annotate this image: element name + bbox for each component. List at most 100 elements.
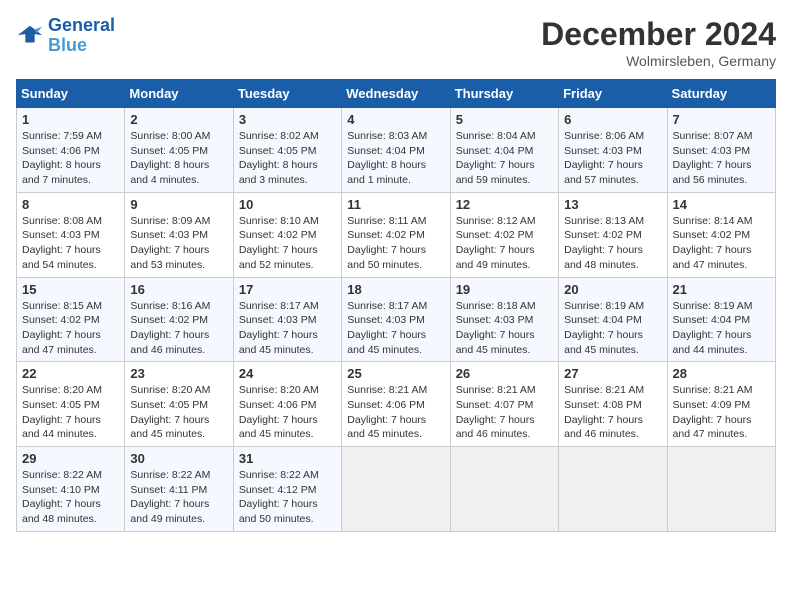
calendar-cell: 18 Sunrise: 8:17 AM Sunset: 4:03 PM Dayli… <box>342 277 450 362</box>
day-info: Sunrise: 8:14 AM Sunset: 4:02 PM Dayligh… <box>673 214 770 273</box>
day-number: 18 <box>347 282 444 297</box>
day-info: Sunrise: 8:22 AM Sunset: 4:12 PM Dayligh… <box>239 468 336 527</box>
calendar-cell: 1Sunrise: 7:59 AM Sunset: 4:06 PM Daylig… <box>17 108 125 193</box>
calendar-cell: 2 Sunrise: 8:00 AM Sunset: 4:05 PM Daylig… <box>125 108 233 193</box>
day-info: Sunrise: 8:18 AM Sunset: 4:03 PM Dayligh… <box>456 299 553 358</box>
calendar-cell: 19Sunrise: 8:18 AM Sunset: 4:03 PM Dayli… <box>450 277 558 362</box>
day-of-week-header: Sunday <box>17 80 125 108</box>
day-info: Sunrise: 8:21 AM Sunset: 4:06 PM Dayligh… <box>347 383 444 442</box>
day-info: Sunrise: 8:21 AM Sunset: 4:07 PM Dayligh… <box>456 383 553 442</box>
day-info: Sunrise: 8:07 AM Sunset: 4:03 PM Dayligh… <box>673 129 770 188</box>
calendar-cell: 20Sunrise: 8:19 AM Sunset: 4:04 PM Dayli… <box>559 277 667 362</box>
day-number: 5 <box>456 112 553 127</box>
calendar-cell: 22 Sunrise: 8:20 AM Sunset: 4:05 PM Dayli… <box>17 362 125 447</box>
day-of-week-header: Saturday <box>667 80 775 108</box>
day-info: Sunrise: 8:20 AM Sunset: 4:05 PM Dayligh… <box>130 383 227 442</box>
day-info: Sunrise: 8:04 AM Sunset: 4:04 PM Dayligh… <box>456 129 553 188</box>
day-info: Sunrise: 8:10 AM Sunset: 4:02 PM Dayligh… <box>239 214 336 273</box>
location-subtitle: Wolmirsleben, Germany <box>541 53 776 69</box>
day-number: 21 <box>673 282 770 297</box>
day-of-week-header: Wednesday <box>342 80 450 108</box>
calendar-cell: 8 Sunrise: 8:08 AM Sunset: 4:03 PM Daylig… <box>17 192 125 277</box>
day-number: 3 <box>239 112 336 127</box>
calendar-header-row: SundayMondayTuesdayWednesdayThursdayFrid… <box>17 80 776 108</box>
calendar-cell: 3 Sunrise: 8:02 AM Sunset: 4:05 PM Daylig… <box>233 108 341 193</box>
day-info: Sunrise: 8:21 AM Sunset: 4:09 PM Dayligh… <box>673 383 770 442</box>
day-number: 23 <box>130 366 227 381</box>
day-info: Sunrise: 8:17 AM Sunset: 4:03 PM Dayligh… <box>347 299 444 358</box>
day-number: 4 <box>347 112 444 127</box>
day-number: 15 <box>22 282 119 297</box>
day-number: 7 <box>673 112 770 127</box>
calendar-week-row: 1Sunrise: 7:59 AM Sunset: 4:06 PM Daylig… <box>17 108 776 193</box>
calendar-cell: 12 Sunrise: 8:12 AM Sunset: 4:02 PM Dayli… <box>450 192 558 277</box>
day-info: Sunrise: 8:12 AM Sunset: 4:02 PM Dayligh… <box>456 214 553 273</box>
day-number: 2 <box>130 112 227 127</box>
day-number: 29 <box>22 451 119 466</box>
calendar-week-row: 15 Sunrise: 8:15 AM Sunset: 4:02 PM Dayli… <box>17 277 776 362</box>
title-block: December 2024 Wolmirsleben, Germany <box>541 16 776 69</box>
calendar-cell: 10 Sunrise: 8:10 AM Sunset: 4:02 PM Dayli… <box>233 192 341 277</box>
day-info: Sunrise: 8:15 AM Sunset: 4:02 PM Dayligh… <box>22 299 119 358</box>
day-number: 16 <box>130 282 227 297</box>
calendar-cell: 15 Sunrise: 8:15 AM Sunset: 4:02 PM Dayli… <box>17 277 125 362</box>
month-title: December 2024 <box>541 16 776 53</box>
calendar-cell: 25Sunrise: 8:21 AM Sunset: 4:06 PM Dayli… <box>342 362 450 447</box>
day-of-week-header: Monday <box>125 80 233 108</box>
day-info: Sunrise: 8:21 AM Sunset: 4:08 PM Dayligh… <box>564 383 661 442</box>
calendar-cell: 17 Sunrise: 8:17 AM Sunset: 4:03 PM Dayli… <box>233 277 341 362</box>
day-number: 24 <box>239 366 336 381</box>
calendar-cell: 7 Sunrise: 8:07 AM Sunset: 4:03 PM Daylig… <box>667 108 775 193</box>
calendar-cell: 5 Sunrise: 8:04 AM Sunset: 4:04 PM Daylig… <box>450 108 558 193</box>
day-info: Sunrise: 8:16 AM Sunset: 4:02 PM Dayligh… <box>130 299 227 358</box>
day-info: Sunrise: 8:00 AM Sunset: 4:05 PM Dayligh… <box>130 129 227 188</box>
day-number: 13 <box>564 197 661 212</box>
day-number: 14 <box>673 197 770 212</box>
day-info: Sunrise: 8:22 AM Sunset: 4:11 PM Dayligh… <box>130 468 227 527</box>
day-number: 22 <box>22 366 119 381</box>
calendar-cell: 23 Sunrise: 8:20 AM Sunset: 4:05 PM Dayli… <box>125 362 233 447</box>
day-info: Sunrise: 8:13 AM Sunset: 4:02 PM Dayligh… <box>564 214 661 273</box>
calendar-cell: 27 Sunrise: 8:21 AM Sunset: 4:08 PM Dayli… <box>559 362 667 447</box>
day-number: 10 <box>239 197 336 212</box>
day-number: 17 <box>239 282 336 297</box>
calendar-cell: 11Sunrise: 8:11 AM Sunset: 4:02 PM Dayli… <box>342 192 450 277</box>
day-info: Sunrise: 8:19 AM Sunset: 4:04 PM Dayligh… <box>673 299 770 358</box>
calendar-week-row: 29Sunrise: 8:22 AM Sunset: 4:10 PM Dayli… <box>17 447 776 532</box>
calendar-cell: 16 Sunrise: 8:16 AM Sunset: 4:02 PM Dayli… <box>125 277 233 362</box>
calendar-week-row: 22 Sunrise: 8:20 AM Sunset: 4:05 PM Dayli… <box>17 362 776 447</box>
calendar-cell: 4Sunrise: 8:03 AM Sunset: 4:04 PM Daylig… <box>342 108 450 193</box>
day-info: Sunrise: 8:08 AM Sunset: 4:03 PM Dayligh… <box>22 214 119 273</box>
day-of-week-header: Thursday <box>450 80 558 108</box>
day-number: 12 <box>456 197 553 212</box>
day-number: 1 <box>22 112 119 127</box>
calendar-cell: 6 Sunrise: 8:06 AM Sunset: 4:03 PM Daylig… <box>559 108 667 193</box>
calendar-cell: 28Sunrise: 8:21 AM Sunset: 4:09 PM Dayli… <box>667 362 775 447</box>
calendar-table: SundayMondayTuesdayWednesdayThursdayFrid… <box>16 79 776 532</box>
day-number: 6 <box>564 112 661 127</box>
logo: General Blue <box>16 16 115 56</box>
calendar-cell: 30Sunrise: 8:22 AM Sunset: 4:11 PM Dayli… <box>125 447 233 532</box>
calendar-cell <box>667 447 775 532</box>
calendar-cell <box>342 447 450 532</box>
day-info: Sunrise: 8:20 AM Sunset: 4:05 PM Dayligh… <box>22 383 119 442</box>
day-info: Sunrise: 8:17 AM Sunset: 4:03 PM Dayligh… <box>239 299 336 358</box>
day-number: 27 <box>564 366 661 381</box>
calendar-cell: 31Sunrise: 8:22 AM Sunset: 4:12 PM Dayli… <box>233 447 341 532</box>
calendar-cell: 29Sunrise: 8:22 AM Sunset: 4:10 PM Dayli… <box>17 447 125 532</box>
day-of-week-header: Friday <box>559 80 667 108</box>
day-number: 9 <box>130 197 227 212</box>
calendar-cell: 13 Sunrise: 8:13 AM Sunset: 4:02 PM Dayli… <box>559 192 667 277</box>
calendar-cell <box>559 447 667 532</box>
day-number: 26 <box>456 366 553 381</box>
day-number: 11 <box>347 197 444 212</box>
day-info: Sunrise: 8:20 AM Sunset: 4:06 PM Dayligh… <box>239 383 336 442</box>
day-info: Sunrise: 8:09 AM Sunset: 4:03 PM Dayligh… <box>130 214 227 273</box>
day-info: Sunrise: 8:06 AM Sunset: 4:03 PM Dayligh… <box>564 129 661 188</box>
calendar-cell: 26 Sunrise: 8:21 AM Sunset: 4:07 PM Dayli… <box>450 362 558 447</box>
calendar-cell <box>450 447 558 532</box>
calendar-week-row: 8 Sunrise: 8:08 AM Sunset: 4:03 PM Daylig… <box>17 192 776 277</box>
day-number: 8 <box>22 197 119 212</box>
calendar-cell: 21 Sunrise: 8:19 AM Sunset: 4:04 PM Dayli… <box>667 277 775 362</box>
day-info: Sunrise: 8:02 AM Sunset: 4:05 PM Dayligh… <box>239 129 336 188</box>
